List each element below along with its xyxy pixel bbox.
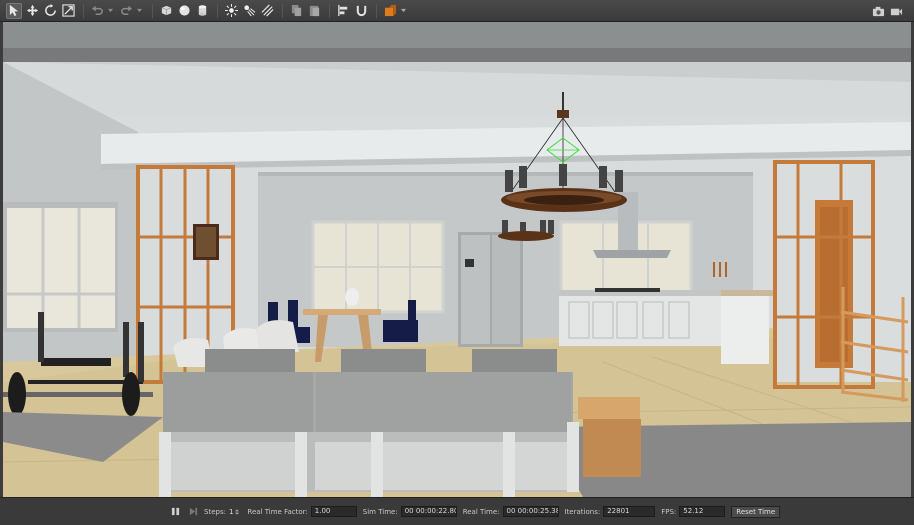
fps-field: 52.12 — [679, 506, 726, 517]
toolbar-separator — [217, 3, 218, 18]
real-time-label: Real Time: — [462, 507, 500, 516]
screenshot-icon[interactable] — [870, 3, 886, 19]
toolbar-separator — [329, 3, 330, 18]
statusbar: Steps: 1 Real Time Factor: 1.00 Sim Time… — [0, 497, 914, 525]
fps-label: FPS: — [661, 507, 677, 516]
real-time-field: 00 00:00:25.388 — [502, 506, 559, 517]
record-video-icon[interactable] — [888, 3, 904, 19]
redo-icon[interactable] — [118, 3, 134, 19]
undo-dropdown-icon[interactable] — [107, 6, 113, 16]
toolbar-separator — [83, 3, 84, 18]
spot-light-icon[interactable] — [241, 3, 257, 19]
undo-icon[interactable] — [89, 3, 105, 19]
sim-time-field: 00 00:00:22.801 — [400, 506, 457, 517]
change-view-icon[interactable] — [382, 3, 398, 19]
iterations-field: 22801 — [603, 506, 656, 517]
toolbar-separator — [282, 3, 283, 18]
pause-icon[interactable] — [168, 505, 182, 519]
toolbar — [0, 0, 914, 22]
snap-icon[interactable] — [353, 3, 369, 19]
reset-time-button[interactable]: Reset Time — [731, 505, 781, 518]
rotate-icon[interactable] — [42, 3, 58, 19]
scale-icon[interactable] — [60, 3, 76, 19]
real-time-factor-field: 1.00 — [310, 506, 357, 517]
redo-dropdown-icon[interactable] — [136, 6, 142, 16]
directional-light-icon[interactable] — [259, 3, 275, 19]
select-arrow-icon[interactable] — [6, 2, 22, 19]
iterations-label: Iterations: — [564, 507, 601, 516]
translate-icon[interactable] — [24, 3, 40, 19]
step-icon[interactable] — [186, 505, 200, 519]
steps-label: Steps: — [204, 507, 226, 516]
view-dropdown-icon[interactable] — [400, 6, 406, 16]
sim-time-label: Sim Time: — [362, 507, 398, 516]
cylinder-shape-icon[interactable] — [194, 3, 210, 19]
copy-icon[interactable] — [288, 3, 304, 19]
paste-icon[interactable] — [306, 3, 322, 19]
align-icon[interactable] — [335, 3, 351, 19]
box-shape-icon[interactable] — [158, 3, 174, 19]
real-time-factor-label: Real Time Factor: — [247, 507, 308, 516]
toolbar-separator — [376, 3, 377, 18]
steps-value[interactable]: 1 — [229, 508, 233, 516]
gazebo-window: Steps: 1 Real Time Factor: 1.00 Sim Time… — [0, 0, 914, 525]
scene-viewport[interactable] — [3, 22, 911, 497]
steps-spin-icon[interactable] — [235, 508, 240, 515]
toolbar-separator — [152, 3, 153, 18]
sphere-shape-icon[interactable] — [176, 3, 192, 19]
point-light-icon[interactable] — [223, 3, 239, 19]
